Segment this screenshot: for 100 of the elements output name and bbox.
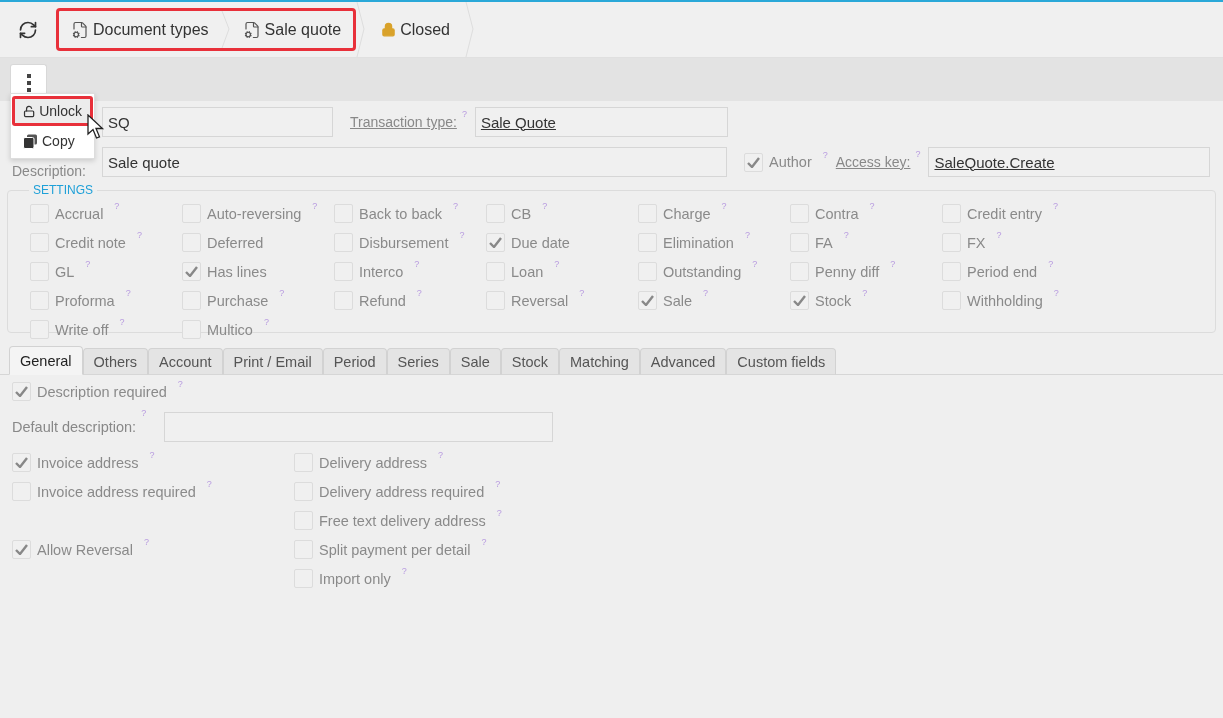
help-mark[interactable]: ? xyxy=(843,230,849,240)
help-mark[interactable]: ? xyxy=(542,201,548,211)
checkbox[interactable] xyxy=(486,233,505,252)
tab[interactable]: General xyxy=(9,346,83,375)
checkbox-label: Credit entry xyxy=(967,205,1042,222)
tab[interactable]: Custom fields xyxy=(726,348,837,375)
help-mark[interactable]: ? xyxy=(459,230,465,240)
checkbox-label: Write off xyxy=(55,321,109,338)
checkbox-label: Interco xyxy=(359,263,404,280)
field-label-link[interactable]: Access key: xyxy=(835,154,911,170)
lock-icon xyxy=(381,22,397,37)
checkbox-label: Accrual xyxy=(55,205,104,222)
checkbox-label: Loan xyxy=(511,263,544,280)
help-mark[interactable]: ? xyxy=(263,317,269,327)
help-mark[interactable]: ? xyxy=(721,201,727,211)
help-mark[interactable]: ? xyxy=(279,288,285,298)
help-mark[interactable]: ? xyxy=(495,479,501,489)
help-mark[interactable]: ? xyxy=(496,508,502,518)
checkbox-label: Charge xyxy=(663,205,711,222)
help-mark[interactable]: ? xyxy=(461,109,467,119)
help-mark[interactable]: ? xyxy=(312,201,318,211)
help-mark[interactable]: ? xyxy=(822,149,828,160)
checkbox[interactable] xyxy=(12,453,31,472)
checkbox-label: Multico xyxy=(207,321,253,338)
help-mark[interactable]: ? xyxy=(862,288,868,298)
tab[interactable]: Print / Email xyxy=(222,348,323,375)
help-mark[interactable]: ? xyxy=(206,479,212,489)
help-mark[interactable]: ? xyxy=(125,288,131,298)
tab[interactable]: Advanced xyxy=(639,348,727,375)
help-mark[interactable]: ? xyxy=(177,379,183,389)
help-mark[interactable]: ? xyxy=(438,450,443,460)
default-description-field[interactable] xyxy=(164,412,554,442)
checkbox-label: Deferred xyxy=(207,234,264,251)
help-mark[interactable]: ? xyxy=(416,288,422,298)
checkbox-label: Purchase xyxy=(207,292,269,309)
checkbox[interactable] xyxy=(790,291,809,310)
access-key-field[interactable]: SaleQuote.Create xyxy=(928,147,1211,177)
checkbox-label: Has lines xyxy=(207,263,267,280)
help-mark[interactable]: ? xyxy=(401,566,407,576)
checkbox-label: Delivery address required xyxy=(319,483,485,500)
help-mark[interactable]: ? xyxy=(136,230,142,240)
checkbox-label: Delivery address xyxy=(319,454,427,471)
checkbox[interactable] xyxy=(182,262,201,281)
tab[interactable]: Period xyxy=(322,348,387,375)
help-mark[interactable]: ? xyxy=(85,259,91,269)
checkbox[interactable] xyxy=(744,152,763,172)
tab[interactable]: Series xyxy=(386,348,450,375)
help-mark[interactable]: ? xyxy=(414,259,420,269)
breadcrumb[interactable]: Closed xyxy=(369,11,462,48)
help-mark[interactable]: ? xyxy=(143,537,149,547)
help-mark[interactable]: ? xyxy=(1052,201,1058,211)
field-label: Default description: xyxy=(12,419,137,435)
help-mark[interactable]: ? xyxy=(915,149,921,159)
checkbox[interactable] xyxy=(12,382,31,401)
checkbox-label: Author xyxy=(769,154,812,170)
checkbox[interactable] xyxy=(12,540,31,559)
checkbox-label: Import only xyxy=(319,570,391,587)
checkbox-label: FA xyxy=(815,234,833,251)
help-mark[interactable]: ? xyxy=(996,230,1002,240)
help-mark[interactable]: ? xyxy=(752,259,758,269)
checkbox-label: Proforma xyxy=(55,292,115,309)
menu-item[interactable]: Unlock xyxy=(12,96,93,126)
checkbox-label: Contra xyxy=(815,205,859,222)
help-mark[interactable]: ? xyxy=(1048,259,1054,269)
breadcrumb[interactable]: Document types xyxy=(59,11,221,48)
checkbox-label: Due date xyxy=(511,234,570,251)
help-mark[interactable]: ? xyxy=(114,201,120,211)
help-mark[interactable]: ? xyxy=(141,408,147,418)
breadcrumb[interactable]: Sale quote xyxy=(230,11,354,48)
help-mark[interactable]: ? xyxy=(149,450,155,460)
help-mark[interactable]: ? xyxy=(579,288,585,298)
kebab-icon xyxy=(26,74,31,92)
help-mark[interactable]: ? xyxy=(481,537,487,547)
checkbox[interactable] xyxy=(638,291,657,310)
tab[interactable]: Matching xyxy=(559,348,640,375)
help-mark[interactable]: ? xyxy=(119,317,125,327)
help-mark[interactable]: ? xyxy=(869,201,875,211)
document-gear-icon xyxy=(242,20,261,39)
field-label-link[interactable]: Transaction type: xyxy=(350,114,457,130)
transaction-type-field[interactable]: Sale Quote xyxy=(474,107,728,137)
tab[interactable]: Others xyxy=(82,348,149,375)
document-gear-icon xyxy=(71,20,89,39)
help-mark[interactable]: ? xyxy=(744,230,750,240)
tab[interactable]: Account xyxy=(148,348,223,375)
checkbox-label: Split payment per detail xyxy=(319,541,471,558)
checkbox-label: Invoice address xyxy=(37,454,139,471)
refresh-icon xyxy=(18,19,38,40)
help-mark[interactable]: ? xyxy=(890,259,896,269)
help-mark[interactable]: ? xyxy=(554,259,560,269)
tab[interactable]: Sale xyxy=(449,348,501,375)
help-mark[interactable]: ? xyxy=(1053,288,1059,298)
checkbox-label: Stock xyxy=(815,292,852,309)
help-mark[interactable]: ? xyxy=(453,201,459,211)
checkbox-label: Auto-reversing xyxy=(207,205,302,222)
code-field[interactable]: SQ xyxy=(102,107,333,137)
help-mark[interactable]: ? xyxy=(703,288,709,298)
tab[interactable]: Stock xyxy=(500,348,559,375)
description-field[interactable]: Sale quote xyxy=(102,147,727,177)
unlock-icon xyxy=(23,103,36,119)
checkbox-label: Reversal xyxy=(511,292,569,309)
